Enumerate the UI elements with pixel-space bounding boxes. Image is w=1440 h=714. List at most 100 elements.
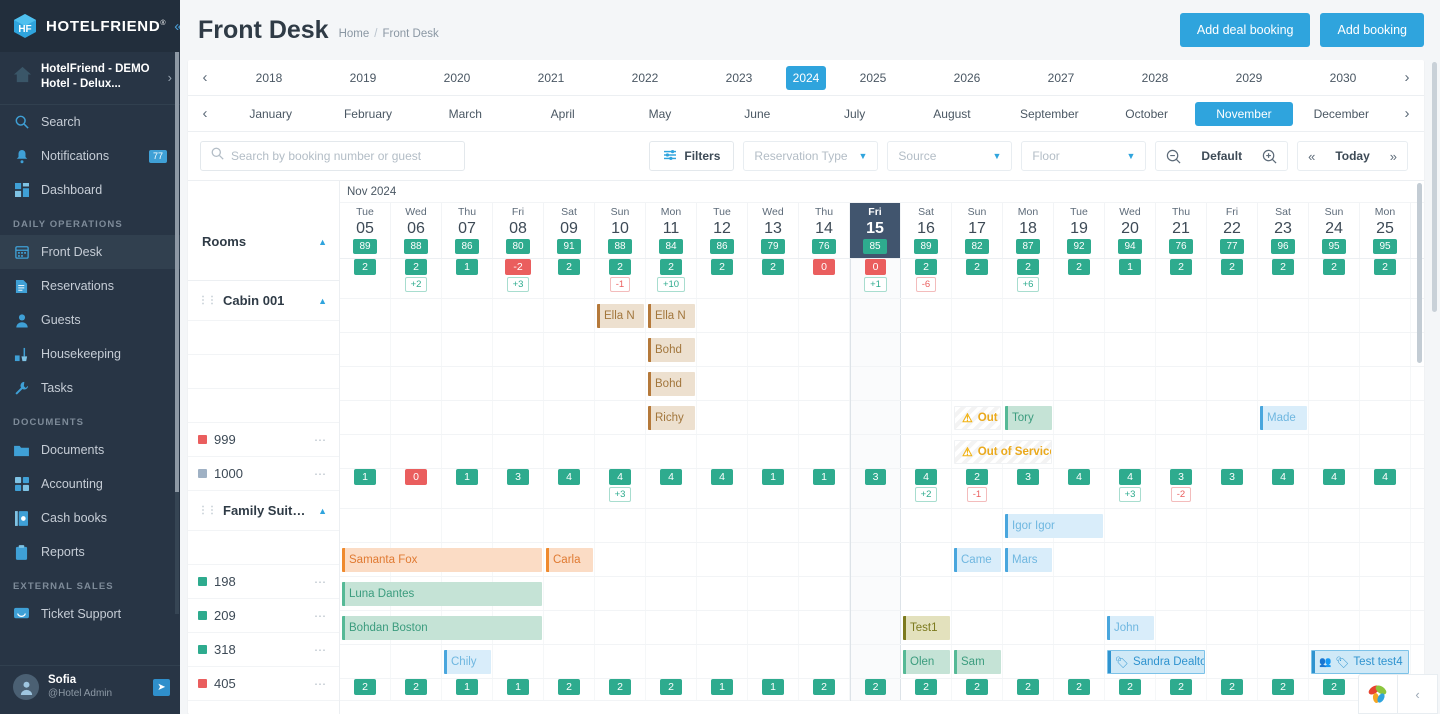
year-option-2027[interactable]: 2027 xyxy=(1014,66,1108,90)
grid-cell[interactable] xyxy=(493,299,544,332)
grid-cell[interactable] xyxy=(1054,645,1105,678)
booking-bar[interactable]: Bohdan Boston xyxy=(342,616,542,640)
grid-cell[interactable] xyxy=(1003,299,1054,332)
sidebar-item-search[interactable]: Search xyxy=(0,105,180,139)
grid-cell[interactable] xyxy=(748,577,799,610)
grid-cell[interactable] xyxy=(646,543,697,576)
availability-cell[interactable]: 2 xyxy=(1156,679,1207,700)
grid-cell[interactable] xyxy=(1003,645,1054,678)
grid-cell[interactable] xyxy=(442,299,493,332)
year-prev-icon[interactable]: ‹ xyxy=(188,69,222,86)
grid-cell[interactable] xyxy=(1054,333,1105,366)
booking-bar[interactable]: Richy xyxy=(648,406,695,430)
grid-cell[interactable] xyxy=(1360,333,1411,366)
room-row-label[interactable]: 198 ⋯ xyxy=(188,565,339,599)
room-row-label[interactable]: 1000 ⋯ xyxy=(188,457,339,491)
grid-cell[interactable] xyxy=(697,577,748,610)
availability-cell[interactable]: 2 +2 xyxy=(391,259,442,298)
grid-cell[interactable] xyxy=(340,509,391,542)
availability-cell[interactable]: 1 xyxy=(442,679,493,700)
grid-cell[interactable] xyxy=(748,543,799,576)
availability-cell[interactable]: -2 +3 xyxy=(493,259,544,298)
room-menu-icon[interactable]: ⋯ xyxy=(314,575,327,589)
booking-bar[interactable]: Ella N xyxy=(648,304,695,328)
drag-handle-icon[interactable]: ⋮⋮ xyxy=(198,505,217,516)
grid-cell[interactable] xyxy=(544,509,595,542)
day-header-cell[interactable]: Sun 24 95 xyxy=(1309,203,1360,258)
grid-cell[interactable] xyxy=(1309,509,1360,542)
breadcrumb-home[interactable]: Home xyxy=(339,28,370,40)
availability-cell[interactable]: 2 xyxy=(1105,679,1156,700)
logout-icon[interactable]: ➤ xyxy=(153,678,170,696)
sidebar-item-reservations[interactable]: Reservations xyxy=(0,269,180,303)
booking-bar[interactable]: Came xyxy=(954,548,1001,572)
grid-cell[interactable] xyxy=(850,435,901,468)
grid-cell[interactable] xyxy=(1105,577,1156,610)
bottom-row-label[interactable] xyxy=(188,701,339,714)
availability-cell[interactable]: 1 xyxy=(1105,259,1156,298)
booking-bar[interactable]: Chily xyxy=(444,650,491,674)
grid-cell[interactable] xyxy=(646,645,697,678)
grid-cell[interactable] xyxy=(1309,333,1360,366)
availability-cell[interactable]: 2 xyxy=(748,259,799,298)
grid-cell[interactable] xyxy=(850,611,901,644)
availability-cell[interactable]: 2 +10 xyxy=(646,259,697,298)
grid-cell[interactable] xyxy=(544,435,595,468)
availability-cell[interactable]: 0 +1 xyxy=(850,259,901,298)
sidebar-item-cash-books[interactable]: Cash books xyxy=(0,501,180,535)
grid-cell[interactable] xyxy=(1207,611,1258,644)
availability-cell[interactable]: 2 xyxy=(340,259,391,298)
search-box[interactable] xyxy=(200,141,465,171)
grid-cell[interactable] xyxy=(1156,611,1207,644)
room-menu-icon[interactable]: ⋯ xyxy=(314,433,327,447)
unassigned-row-label[interactable] xyxy=(188,389,339,423)
grid-cell[interactable] xyxy=(544,333,595,366)
grid-cell[interactable] xyxy=(952,611,1003,644)
grid-cell[interactable] xyxy=(901,577,952,610)
day-header-cell[interactable]: Thu 21 76 xyxy=(1156,203,1207,258)
availability-cell[interactable]: 2 xyxy=(595,679,646,700)
grid-cell[interactable] xyxy=(442,509,493,542)
booking-bar[interactable]: Carla xyxy=(546,548,593,572)
grid-cell[interactable] xyxy=(1156,543,1207,576)
month-option-august[interactable]: August xyxy=(903,102,1000,126)
availability-cell[interactable]: 2 xyxy=(1258,679,1309,700)
availability-cell[interactable]: 2 xyxy=(901,679,952,700)
grid-cell[interactable] xyxy=(646,611,697,644)
availability-cell[interactable]: 4 xyxy=(1360,469,1411,508)
grid-cell[interactable] xyxy=(391,367,442,400)
sidebar-scrollbar[interactable] xyxy=(175,52,179,614)
grid-cell[interactable] xyxy=(1207,645,1258,678)
grid-cell[interactable] xyxy=(1207,543,1258,576)
grid-cell[interactable] xyxy=(1309,435,1360,468)
grid-cell[interactable] xyxy=(1207,299,1258,332)
grid-cell[interactable] xyxy=(1207,435,1258,468)
year-option-2018[interactable]: 2018 xyxy=(222,66,316,90)
availability-cell[interactable]: 1 xyxy=(442,469,493,508)
grid-cell[interactable] xyxy=(799,435,850,468)
month-option-december[interactable]: December xyxy=(1293,102,1390,126)
grid-cell[interactable] xyxy=(1309,401,1360,434)
grid-cell[interactable] xyxy=(544,299,595,332)
add-deal-booking-button[interactable]: Add deal booking xyxy=(1179,13,1311,47)
availability-cell[interactable]: 3 -2 xyxy=(1156,469,1207,508)
month-option-february[interactable]: February xyxy=(319,102,416,126)
availability-cell[interactable]: 4 +3 xyxy=(595,469,646,508)
grid-cell[interactable] xyxy=(850,543,901,576)
grid-cell[interactable] xyxy=(952,299,1003,332)
grid-cell[interactable] xyxy=(748,645,799,678)
availability-cell[interactable]: 2 xyxy=(1258,259,1309,298)
caret-up-icon[interactable]: ▲ xyxy=(318,506,327,516)
hotel-selector[interactable]: HotelFriend - DEMO Hotel - Delux... › xyxy=(0,52,180,105)
availability-cell[interactable]: 4 xyxy=(1309,469,1360,508)
grid-cell[interactable] xyxy=(1360,577,1411,610)
filters-button[interactable]: Filters xyxy=(649,141,735,171)
availability-cell[interactable]: 1 xyxy=(799,469,850,508)
availability-cell[interactable]: 1 xyxy=(748,469,799,508)
availability-cell[interactable]: 4 xyxy=(1054,469,1105,508)
year-option-2021[interactable]: 2021 xyxy=(504,66,598,90)
grid-cell[interactable] xyxy=(442,401,493,434)
rooms-header[interactable]: Rooms ▲ xyxy=(188,203,339,281)
grid-cell[interactable] xyxy=(901,509,952,542)
grid-cell[interactable] xyxy=(595,543,646,576)
